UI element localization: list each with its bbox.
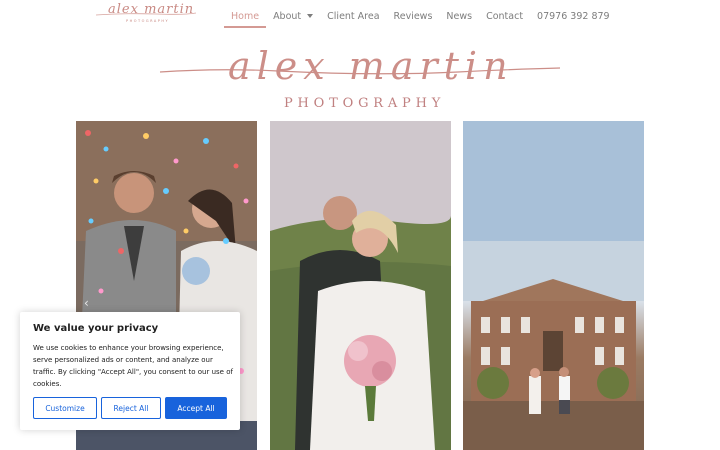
nav-client-area[interactable]: Client Area	[320, 0, 386, 32]
photo-bride-groom-embrace[interactable]	[270, 121, 451, 450]
nav-contact[interactable]: Contact	[479, 0, 530, 32]
cookie-reject-button[interactable]: Reject All	[101, 397, 161, 419]
chevron-down-icon	[307, 14, 314, 18]
nav-home-label: Home	[231, 10, 260, 22]
header-logo[interactable]: alex martin PHOTOGRAPHY	[96, 2, 196, 26]
nav-contact-label: Contact	[486, 10, 524, 22]
nav-about-label: About	[273, 10, 302, 22]
cookie-text: We use cookies to enhance your browsing …	[33, 344, 233, 388]
cookie-accept-button[interactable]: Accept All	[165, 397, 227, 419]
cookie-consent-dialog: We value your privacy We use cookies to …	[20, 312, 240, 430]
hero-logo-subtitle: PHOTOGRAPHY	[284, 96, 446, 111]
nav-news-label: News	[446, 10, 473, 22]
nav-news[interactable]: News	[439, 0, 479, 32]
nav-phone-label: 07976 392 879	[537, 10, 610, 22]
photo-bride-groom-image	[270, 121, 451, 450]
cookie-customize-button[interactable]: Customize	[33, 397, 97, 419]
nav-reviews-label: Reviews	[393, 10, 433, 22]
nav-reviews[interactable]: Reviews	[387, 0, 440, 32]
nav-client-area-label: Client Area	[327, 10, 380, 22]
nav-home[interactable]: Home	[224, 0, 267, 32]
nav-phone[interactable]: 07976 392 879	[530, 0, 617, 32]
slider-prev-arrow-icon[interactable]: ‹	[84, 296, 89, 310]
main-navigation: Home About Client Area Reviews News Cont…	[224, 0, 617, 32]
cookie-title: We value your privacy	[33, 323, 159, 334]
hero-logo-script: alex martin	[228, 44, 514, 88]
hero-logo: alex martin PHOTOGRAPHY	[158, 38, 562, 116]
logo-subtitle: PHOTOGRAPHY	[126, 19, 170, 23]
photo-stately-home-image	[463, 121, 644, 450]
photo-couple-stately-home[interactable]	[463, 121, 644, 450]
nav-about[interactable]: About	[266, 0, 320, 32]
logo-script-text: alex martin	[108, 2, 195, 17]
